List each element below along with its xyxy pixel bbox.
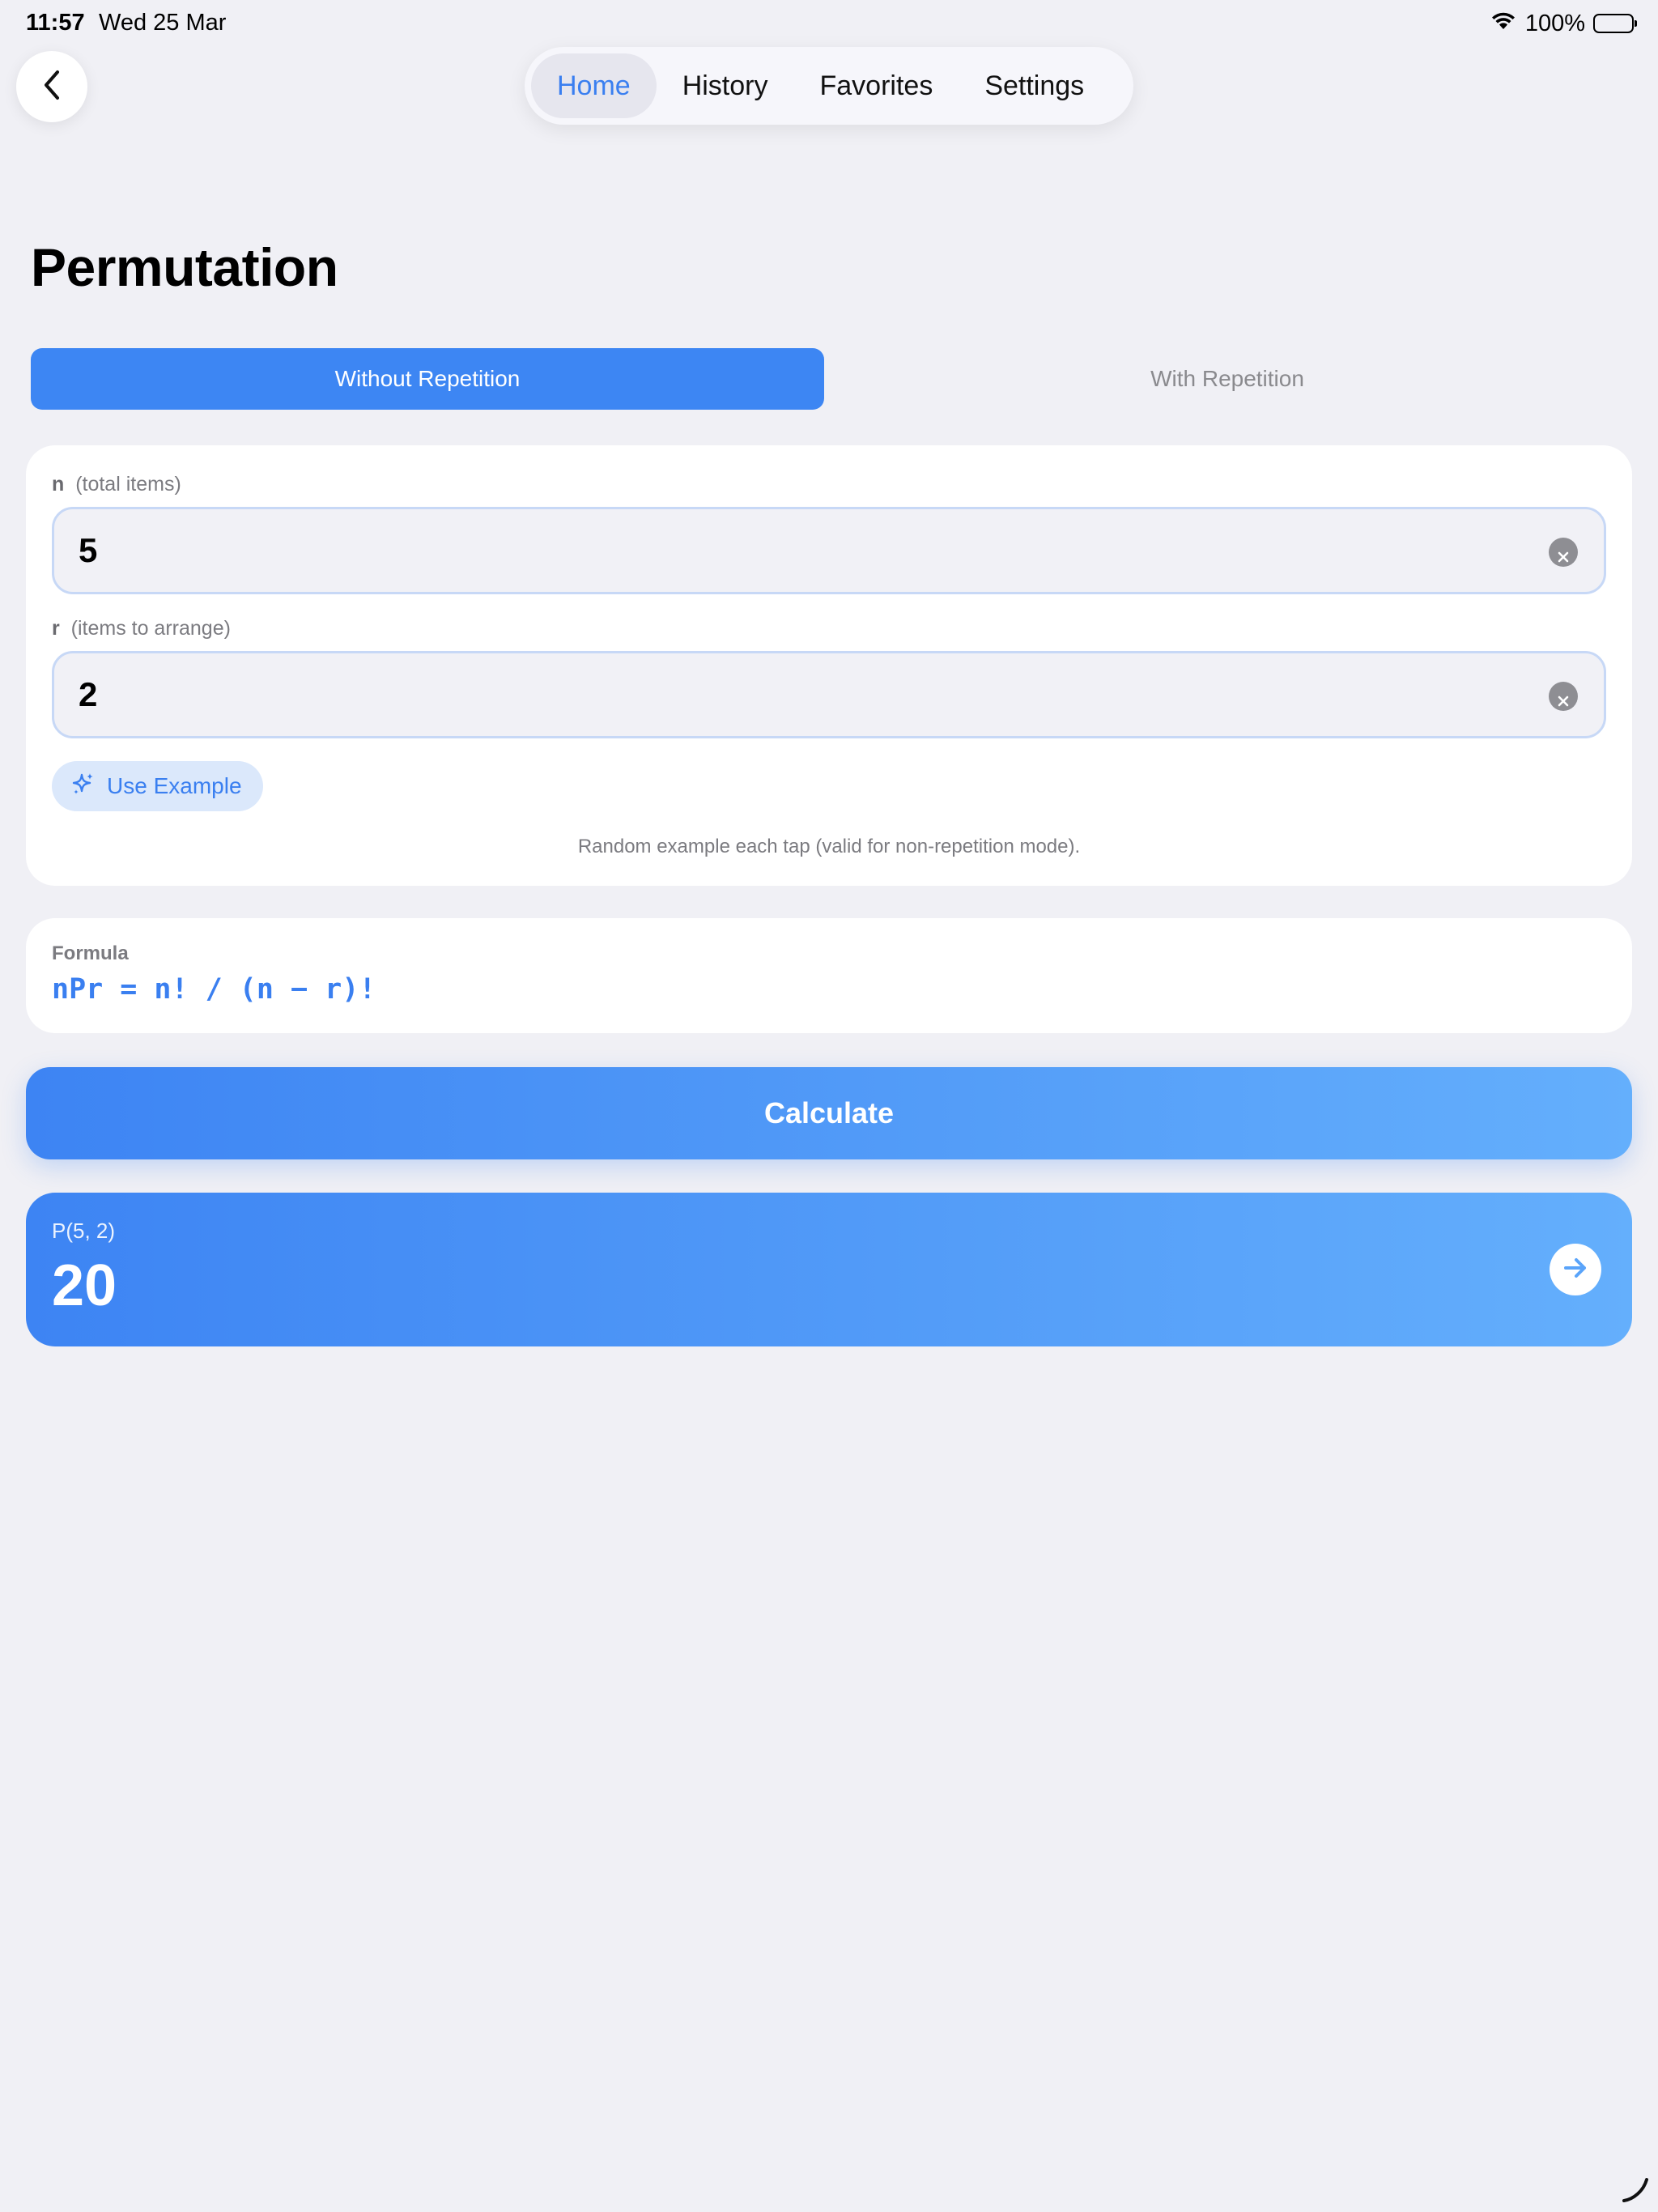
status-time: 11:57 (26, 10, 85, 36)
arrow-right-icon (1561, 1253, 1590, 1287)
status-bar: 11:57 Wed 25 Mar 100% (0, 0, 1658, 49)
n-clear-button[interactable] (1549, 538, 1578, 567)
r-input[interactable]: 2 (52, 651, 1606, 738)
mode-segmented-control: Without Repetition With Repetition (31, 348, 1624, 410)
result-detail-button[interactable] (1550, 1244, 1601, 1295)
helper-text: Random example each tap (valid for non-r… (577, 836, 1081, 857)
input-card: n (total items) 5 r (items to arrange) 2 (26, 445, 1632, 886)
clear-icon (1557, 533, 1570, 572)
formula-text: nPr = n! / (n − r)! (52, 973, 376, 1006)
chevron-left-icon (40, 69, 64, 105)
tab-history[interactable]: History (657, 53, 794, 118)
segment-with-repetition[interactable]: With Repetition (831, 348, 1624, 410)
n-variable: n (52, 473, 65, 496)
n-field-label: n (total items) (52, 473, 181, 496)
r-description: (items to arrange) (70, 617, 231, 640)
result-label: P(5, 2) (52, 1219, 116, 1243)
r-clear-button[interactable] (1549, 682, 1578, 711)
battery-icon (1593, 14, 1637, 33)
calculate-button[interactable]: Calculate (26, 1067, 1632, 1159)
formula-card: Formula nPr = n! / (n − r)! (26, 918, 1632, 1033)
top-tab-bar: Home History Favorites Settings (525, 47, 1133, 125)
segment-without-repetition[interactable]: Without Repetition (31, 348, 824, 410)
n-input[interactable]: 5 (52, 507, 1606, 594)
page-title: Permutation (31, 237, 338, 297)
status-date: Wed 25 Mar (99, 10, 227, 36)
battery-percentage: 100% (1524, 10, 1585, 36)
n-value: 5 (79, 531, 98, 569)
clear-icon (1557, 677, 1570, 716)
r-field-label: r (items to arrange) (52, 617, 231, 640)
tab-home[interactable]: Home (531, 53, 657, 118)
n-description: (total items) (75, 473, 181, 496)
sparkles-icon (71, 772, 96, 802)
resize-corner-indicator (1619, 2173, 1652, 2206)
formula-label: Formula (52, 942, 129, 964)
tab-settings[interactable]: Settings (959, 53, 1110, 118)
result-card[interactable]: P(5, 2) 20 (26, 1193, 1632, 1346)
use-example-label: Use Example (107, 773, 242, 798)
result-value: 20 (52, 1253, 117, 1318)
use-example-button[interactable]: Use Example (52, 761, 263, 811)
back-button[interactable] (16, 51, 87, 122)
r-variable: r (52, 617, 60, 640)
wifi-icon (1490, 10, 1517, 37)
r-value: 2 (79, 675, 98, 713)
tab-favorites[interactable]: Favorites (794, 53, 959, 118)
status-indicators: 100% (1490, 10, 1637, 37)
